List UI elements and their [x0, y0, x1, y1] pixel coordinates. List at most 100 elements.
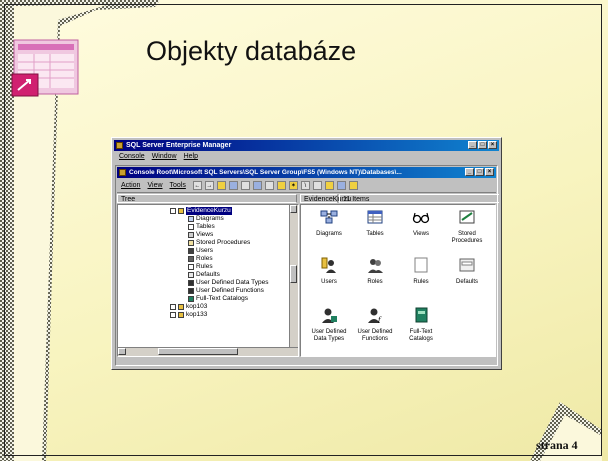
tree-label: Views — [196, 231, 214, 238]
list-item-views[interactable]: Views — [399, 209, 443, 238]
office-logo — [11, 39, 79, 97]
udf-icon — [188, 288, 194, 294]
defaults-icon — [459, 258, 475, 272]
forward-icon[interactable]: → — [204, 181, 214, 190]
menu-help[interactable]: Help — [184, 152, 198, 162]
database-icon[interactable] — [324, 181, 334, 190]
list-item-users[interactable]: Users — [307, 257, 351, 286]
properties-icon[interactable] — [240, 181, 250, 190]
tree-item-database[interactable]: kop103 — [170, 303, 207, 311]
scroll-thumb[interactable] — [158, 348, 238, 355]
console-titlebar[interactable]: Console Root\Microsoft SQL Servers\SQL S… — [117, 167, 496, 178]
item-label: Views — [413, 231, 429, 237]
tree-item[interactable]: User Defined Data Types — [188, 279, 269, 287]
maximize-button[interactable]: □ — [478, 141, 487, 149]
list-item-rules[interactable]: Rules — [399, 257, 443, 286]
tree-label: Defaults — [196, 271, 220, 278]
back-icon[interactable]: ← — [192, 181, 202, 190]
close-button[interactable]: × — [488, 141, 497, 149]
procedure-icon — [459, 210, 475, 224]
scroll-up-button[interactable] — [290, 205, 297, 213]
tree-item[interactable]: Views — [188, 231, 213, 239]
tree-label: Diagrams — [196, 215, 224, 222]
up-folder-icon[interactable] — [216, 181, 226, 190]
item-label: User Defined Data Types — [311, 329, 347, 342]
wizard-icon[interactable]: ✶ — [288, 181, 298, 190]
list-item-tables[interactable]: Tables — [353, 209, 397, 238]
item-label: User Defined Functions — [357, 329, 393, 342]
menu-window[interactable]: Window — [152, 152, 177, 162]
tree-vertical-scrollbar[interactable] — [289, 205, 298, 356]
roles-icon — [188, 256, 194, 262]
item-label: Defaults — [455, 279, 478, 285]
server-icon[interactable] — [336, 181, 346, 190]
tree-item[interactable]: Tables — [188, 223, 215, 231]
list-item-user-defined-data-types[interactable]: User Defined Data Types — [307, 307, 351, 343]
expand-icon[interactable] — [170, 312, 176, 318]
collapse-icon[interactable] — [170, 208, 176, 214]
tree-label: User Defined Functions — [196, 287, 264, 294]
tree-label: Tables — [196, 223, 215, 230]
scroll-thumb[interactable] — [290, 265, 297, 283]
tree-item-database[interactable]: EvidenceKurzu — [170, 207, 232, 215]
tree-item[interactable]: Users — [188, 247, 213, 255]
item-label: Tables — [366, 231, 384, 237]
query-icon[interactable] — [312, 181, 322, 190]
menu-view[interactable]: View — [147, 182, 162, 189]
tree-item[interactable]: Roles — [188, 255, 213, 263]
list-item-full-text-catalogs[interactable]: Full-Text Catalogs — [399, 307, 443, 343]
diagram-icon — [188, 216, 194, 222]
tree-horizontal-scrollbar[interactable] — [118, 347, 298, 356]
tree-item[interactable]: Full-Text Catalogs — [188, 295, 248, 303]
tree-label: Users — [196, 247, 213, 254]
tools-icon[interactable]: \ — [300, 181, 310, 190]
tab-tree[interactable]: Tree — [117, 194, 297, 203]
database-icon — [178, 208, 184, 214]
diagram-icon — [320, 210, 338, 224]
tree-label: Full-Text Catalogs — [196, 295, 249, 302]
list-item-roles[interactable]: Roles — [353, 257, 397, 286]
database-icon — [178, 312, 184, 318]
catalog-icon — [188, 296, 194, 302]
pane-headers: Tree EvidenceKurzu 11 Items — [117, 194, 499, 203]
database-icon — [178, 304, 184, 310]
console-minimize-button[interactable]: _ — [465, 168, 474, 176]
export-icon[interactable] — [264, 181, 274, 190]
tree-label: kop103 — [186, 303, 208, 310]
tree-item[interactable]: Stored Procedures — [188, 239, 250, 247]
refresh-icon[interactable] — [252, 181, 262, 190]
tree-item-database[interactable]: kop133 — [170, 311, 207, 319]
status-bar — [117, 358, 496, 365]
list-icon[interactable] — [228, 181, 238, 190]
menu-console[interactable]: Console — [119, 152, 145, 162]
tree-item[interactable]: Defaults — [188, 271, 220, 279]
tree-item[interactable]: Diagrams — [188, 215, 224, 223]
tree-item[interactable]: Rules — [188, 263, 213, 271]
user-icon — [188, 248, 194, 254]
console-close-button[interactable]: × — [485, 168, 494, 176]
backup-icon[interactable] — [348, 181, 358, 190]
list-item-defaults[interactable]: Defaults — [445, 257, 489, 286]
udf-icon: f — [368, 308, 382, 324]
svg-text:f: f — [377, 316, 382, 323]
tree-label: Roles — [196, 255, 213, 262]
defaults-icon — [188, 272, 194, 278]
tree-item[interactable]: User Defined Functions — [188, 287, 264, 295]
list-item-user-defined-functions[interactable]: f User Defined Functions — [353, 307, 397, 343]
list-item-diagrams[interactable]: Diagrams — [307, 209, 351, 238]
list-header-name: EvidenceKurzu — [300, 194, 351, 203]
scroll-left-button[interactable] — [118, 348, 126, 355]
slide-title: Objekty databáze — [146, 36, 357, 66]
item-label: Rules — [413, 279, 429, 285]
tree-pane[interactable]: EvidenceKurzu Diagrams Tables Views Stor… — [117, 204, 299, 357]
menu-tools[interactable]: Tools — [170, 182, 186, 189]
expand-icon[interactable] — [170, 304, 176, 310]
item-label: Roles — [367, 279, 383, 285]
app-titlebar[interactable]: SQL Server Enterprise Manager _ □ × — [114, 140, 499, 151]
menu-action[interactable]: Action — [121, 182, 140, 189]
new-icon[interactable] — [276, 181, 286, 190]
list-item-stored-procedures[interactable]: Stored Procedures — [445, 209, 489, 245]
console-maximize-button[interactable]: □ — [475, 168, 484, 176]
minimize-button[interactable]: _ — [468, 141, 477, 149]
tree-label: Rules — [196, 263, 213, 270]
